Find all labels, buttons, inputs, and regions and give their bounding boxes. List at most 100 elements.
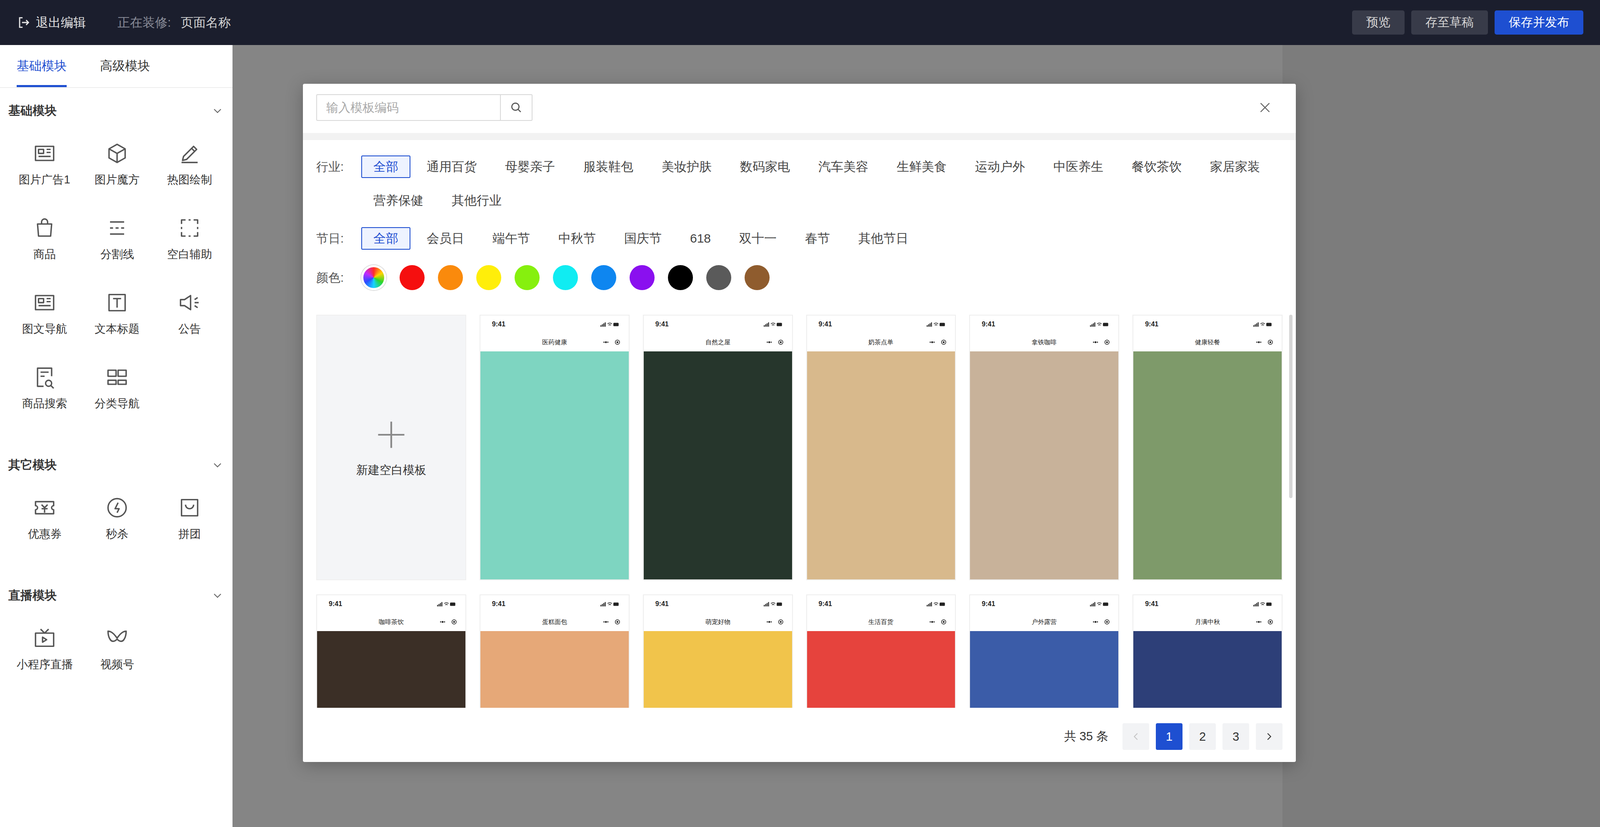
page-button[interactable]: 3: [1222, 722, 1250, 750]
phone-status-bar: 9:41: [643, 315, 793, 333]
next-page-button[interactable]: [1255, 722, 1283, 750]
module-item[interactable]: 图文导航: [8, 282, 81, 358]
module-item[interactable]: 视频号: [80, 618, 154, 693]
filter-tag[interactable]: 餐饮茶饮: [1119, 155, 1194, 178]
template-preview: [1133, 630, 1282, 708]
module-item[interactable]: 热图绘制: [153, 133, 226, 209]
color-swatch[interactable]: [437, 265, 463, 290]
settings-panel: [1282, 45, 1600, 827]
filter-tag[interactable]: 双十一: [727, 227, 789, 250]
sidebar-tabs: 基础模块高级模块: [0, 45, 233, 88]
filter-tag[interactable]: 美妆护肤: [649, 155, 724, 178]
section-header[interactable]: 其它模块: [0, 442, 233, 488]
template-card[interactable]: 9:41拿铁咖啡: [969, 314, 1120, 580]
module-item[interactable]: 拼团: [153, 487, 226, 563]
module-item[interactable]: 商品搜索: [8, 357, 81, 433]
signal-battery-icon: [926, 321, 946, 328]
color-swatch[interactable]: [361, 265, 387, 290]
filter-tag[interactable]: 其他行业: [439, 189, 514, 212]
total-count: 共 35 条: [1064, 727, 1109, 745]
scrollbar[interactable]: [1289, 314, 1293, 498]
module-label: 商品: [33, 246, 56, 262]
section-header[interactable]: 直播模块: [0, 572, 233, 619]
new-template-label: 新建空白模板: [356, 462, 427, 478]
close-button[interactable]: [1257, 100, 1273, 115]
module-item[interactable]: 优惠券: [8, 487, 81, 563]
module-icon: [32, 215, 57, 240]
filter-tag[interactable]: 全部: [361, 227, 411, 250]
color-swatch[interactable]: [667, 265, 693, 290]
phone-status-bar: 9:41: [643, 595, 793, 613]
search-input[interactable]: [316, 94, 500, 121]
filter-tag[interactable]: 运动户外: [962, 155, 1038, 178]
module-section: 基础模块图片广告1图片魔方热图绘制商品 分割线空白辅助图文导航文本标题公告商品搜索…: [0, 87, 233, 443]
filter-tag[interactable]: 营养保健: [361, 189, 436, 212]
phone-status-bar: 9:41: [480, 315, 629, 333]
exit-edit-button[interactable]: 退出编辑: [16, 14, 86, 32]
color-swatch[interactable]: [591, 265, 617, 290]
template-preview: [807, 351, 956, 580]
phone-title-bar: 萌宠好物: [643, 612, 793, 631]
module-item[interactable]: 分类导航: [80, 357, 154, 433]
section-header[interactable]: 基础模块: [0, 87, 233, 134]
filter-tag[interactable]: 汽车美容: [806, 155, 881, 178]
filter-tag[interactable]: 其他节日: [846, 227, 921, 250]
sidebar-tab[interactable]: 基础模块: [16, 45, 67, 88]
template-card[interactable]: 9:41生活百货: [806, 594, 957, 708]
new-template-card[interactable]: 新建空白模板: [316, 314, 467, 580]
template-card[interactable]: 9:41月满中秋: [1132, 594, 1283, 708]
filter-tag[interactable]: 生鲜美食: [884, 155, 959, 178]
template-card[interactable]: 9:41咖啡茶饮: [316, 594, 467, 708]
module-icon: [32, 495, 57, 520]
search-button[interactable]: [500, 94, 533, 121]
module-item[interactable]: 公告: [153, 282, 226, 358]
page-button[interactable]: 1: [1155, 722, 1183, 750]
filter-tag[interactable]: 中医养生: [1041, 155, 1116, 178]
module-item[interactable]: 小程序直播: [8, 618, 81, 693]
filter-tag[interactable]: 数码家电: [727, 155, 803, 178]
top-bar-button[interactable]: 保存并发布: [1494, 10, 1584, 35]
color-swatch[interactable]: [706, 265, 732, 290]
module-item[interactable]: 分割线: [80, 208, 154, 283]
filter-tag[interactable]: 618: [677, 227, 723, 250]
filter-tag[interactable]: 母婴亲子: [492, 155, 568, 178]
filter-tag[interactable]: 会员日: [414, 227, 477, 250]
filter-tag[interactable]: 端午节: [480, 227, 543, 250]
template-card[interactable]: 9:41自然之屋: [642, 314, 793, 580]
template-card[interactable]: 9:41医药健康: [479, 314, 630, 580]
phone-status-bar: 9:41: [807, 595, 956, 613]
color-swatch[interactable]: [552, 265, 578, 290]
chevron-right-icon: [1262, 730, 1276, 743]
module-item[interactable]: 空白辅助: [153, 208, 226, 283]
template-card[interactable]: 9:41蛋糕面包: [479, 594, 630, 708]
module-item[interactable]: 图片广告1: [8, 133, 81, 209]
filter-tag[interactable]: 家居家装: [1197, 155, 1273, 178]
module-item[interactable]: 秒杀: [80, 487, 154, 563]
top-bar-button[interactable]: 预览: [1352, 10, 1405, 35]
page-button[interactable]: 2: [1189, 722, 1216, 750]
filter-tag[interactable]: 服装鞋包: [571, 155, 646, 178]
template-card[interactable]: 9:41萌宠好物: [642, 594, 793, 708]
color-swatch[interactable]: [744, 265, 770, 290]
module-item[interactable]: 图片魔方: [80, 133, 154, 209]
filter-tag[interactable]: 通用百货: [414, 155, 489, 178]
color-swatch[interactable]: [476, 265, 502, 290]
filter-tag[interactable]: 全部: [361, 155, 411, 178]
module-item[interactable]: 商品: [8, 208, 81, 283]
filter-label: 节日:: [316, 227, 362, 250]
capsule-icon: [1091, 618, 1111, 625]
filter-tag[interactable]: 国庆节: [612, 227, 674, 250]
color-swatch[interactable]: [629, 265, 655, 290]
color-swatch[interactable]: [399, 265, 425, 290]
top-bar-button[interactable]: 存至草稿: [1411, 10, 1488, 35]
filter-tag[interactable]: 中秋节: [546, 227, 608, 250]
color-swatch[interactable]: [514, 265, 540, 290]
filter-tag[interactable]: 春节: [792, 227, 843, 250]
template-list: 新建空白模板9:41医药健康9:41自然之屋9:41奶茶点单9:41拿铁咖啡9:…: [302, 314, 1296, 708]
module-item[interactable]: 文本标题: [80, 282, 154, 358]
template-card[interactable]: 9:41户外露营: [969, 594, 1120, 708]
template-card[interactable]: 9:41健康轻餐: [1132, 314, 1283, 580]
sidebar-tab[interactable]: 高级模块: [100, 45, 150, 88]
template-card[interactable]: 9:41奶茶点单: [806, 314, 957, 580]
prev-page-button[interactable]: [1122, 722, 1150, 750]
